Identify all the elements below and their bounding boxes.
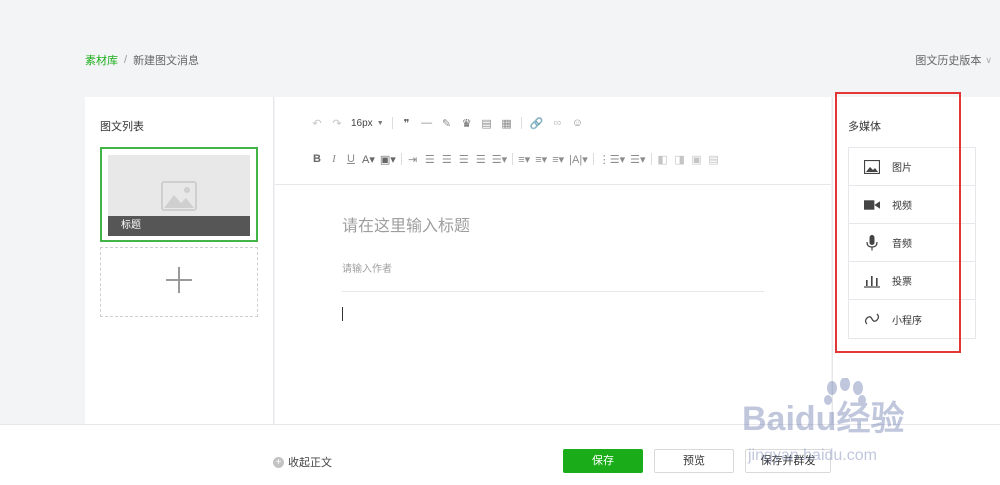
collapse-body-link[interactable]: + 收起正文	[273, 454, 332, 470]
indent-icon[interactable]: ⇥	[407, 151, 419, 167]
add-article-button[interactable]	[100, 247, 258, 317]
bold-icon[interactable]: B	[311, 151, 323, 167]
line-height-icon[interactable]: ≡▾	[552, 151, 564, 167]
media-item-label: 视频	[892, 201, 912, 212]
underline-icon[interactable]: U	[345, 151, 357, 167]
font-size-value: 16px	[351, 117, 373, 129]
line-spacing-above-icon[interactable]: ≡▾	[518, 151, 530, 167]
toolbar-divider	[592, 153, 594, 165]
toolbar-divider	[650, 153, 652, 165]
article-card-caption: 标题	[108, 216, 250, 236]
editor-toolbar: ↶ ↷ 16px ▼ ❞ — ✎ ♛ ▤ ▦ 🔗 ∞ ☺ B I U A▾ ▣▾…	[275, 97, 831, 185]
image-placeholder-icon	[161, 181, 197, 216]
article-list-panel: 图文列表 标题	[85, 97, 274, 425]
media-panel: 多媒体 图片 视频 音频 投票 小程序	[832, 97, 1000, 425]
mini-program-icon	[864, 311, 880, 327]
footer-bar: + 收起正文 保存 预览 保存并群发	[0, 424, 1000, 485]
align-left-icon[interactable]: ☰	[424, 151, 436, 167]
chevron-down-icon: ∨	[985, 54, 992, 65]
unordered-list-icon[interactable]: ☰▾	[630, 151, 645, 167]
float-right-icon[interactable]: ◨	[674, 151, 686, 167]
save-and-publish-button[interactable]: 保存并群发	[745, 449, 831, 473]
background-color-icon[interactable]: ▣▾	[380, 151, 396, 167]
author-underline	[342, 291, 764, 292]
video-icon	[864, 197, 880, 213]
font-size-select[interactable]: 16px ▼	[351, 118, 384, 129]
plus-circle-icon: +	[273, 456, 284, 468]
bar-chart-icon	[864, 273, 880, 289]
media-item-mini-program[interactable]: 小程序	[849, 300, 975, 338]
blockquote-icon[interactable]: ❞	[401, 115, 413, 131]
horizontal-rule-icon[interactable]: —	[421, 115, 433, 131]
float-none-icon[interactable]: ▤	[708, 151, 720, 167]
image-icon	[864, 159, 880, 175]
insert-template-icon[interactable]: ▤	[481, 115, 493, 131]
title-input[interactable]: 请在这里输入标题	[342, 212, 762, 236]
preview-button[interactable]: 预览	[654, 449, 734, 473]
breadcrumb-root-link[interactable]: 素材库	[85, 52, 118, 68]
format-painter-icon[interactable]: ♛	[461, 115, 473, 131]
media-item-image[interactable]: 图片	[849, 148, 975, 186]
history-versions-link[interactable]: 图文历史版本 ∨	[915, 52, 992, 68]
toolbar-divider	[391, 117, 393, 129]
ordered-list-icon[interactable]: ⋮☰▾	[599, 151, 625, 167]
page-header: 素材库 / 新建图文消息 图文历史版本 ∨	[0, 0, 1000, 97]
float-center-icon[interactable]: ▣	[691, 151, 703, 167]
author-input[interactable]: 请输入作者	[342, 260, 392, 275]
media-item-video[interactable]: 视频	[849, 186, 975, 224]
editor-panel: ↶ ↷ 16px ▼ ❞ — ✎ ♛ ▤ ▦ 🔗 ∞ ☺ B I U A▾ ▣▾…	[275, 97, 831, 425]
font-color-icon[interactable]: A▾	[362, 151, 375, 167]
media-item-audio[interactable]: 音频	[849, 224, 975, 262]
media-item-vote[interactable]: 投票	[849, 262, 975, 300]
letter-spacing-icon[interactable]: |A|▾	[569, 151, 588, 167]
collapse-body-label: 收起正文	[288, 457, 332, 469]
align-center-icon[interactable]: ☰	[441, 151, 453, 167]
document-icon[interactable]: ▦	[501, 115, 513, 131]
media-item-label: 音频	[892, 239, 912, 250]
line-spacing-below-icon[interactable]: ≡▾	[535, 151, 547, 167]
breadcrumb-separator: /	[124, 54, 128, 66]
chevron-down-icon: ▼	[376, 119, 384, 127]
toolbar-divider	[520, 117, 522, 129]
history-versions-label: 图文历史版本	[915, 55, 982, 67]
unlink-icon[interactable]: ∞	[551, 115, 563, 131]
float-left-icon[interactable]: ◧	[657, 151, 669, 167]
align-right-icon[interactable]: ☰	[458, 151, 470, 167]
media-item-label: 投票	[892, 277, 912, 288]
undo-icon[interactable]: ↶	[311, 115, 323, 131]
media-panel-title: 多媒体	[848, 121, 881, 133]
media-item-label: 图片	[892, 163, 912, 174]
eraser-icon[interactable]: ✎	[441, 115, 453, 131]
media-item-label: 小程序	[892, 315, 922, 327]
align-justify-icon[interactable]: ☰	[475, 151, 487, 167]
media-list: 图片 视频 音频 投票 小程序	[848, 147, 976, 339]
save-button[interactable]: 保存	[563, 449, 643, 473]
emoji-icon[interactable]: ☺	[571, 115, 583, 131]
text-caret	[342, 307, 343, 321]
article-list-title: 图文列表	[100, 121, 144, 133]
article-card[interactable]: 标题	[100, 147, 258, 242]
breadcrumb: 素材库 / 新建图文消息	[85, 52, 199, 68]
toolbar-divider	[512, 153, 514, 165]
plus-icon	[165, 266, 193, 299]
breadcrumb-current: 新建图文消息	[133, 55, 200, 67]
toolbar-divider	[400, 153, 402, 165]
article-cover-placeholder: 标题	[108, 155, 250, 236]
redo-icon[interactable]: ↷	[331, 115, 343, 131]
italic-icon[interactable]: I	[328, 151, 340, 167]
link-icon[interactable]: 🔗	[530, 115, 544, 131]
list-style-icon[interactable]: ☰▾	[492, 151, 507, 167]
microphone-icon	[864, 234, 880, 251]
